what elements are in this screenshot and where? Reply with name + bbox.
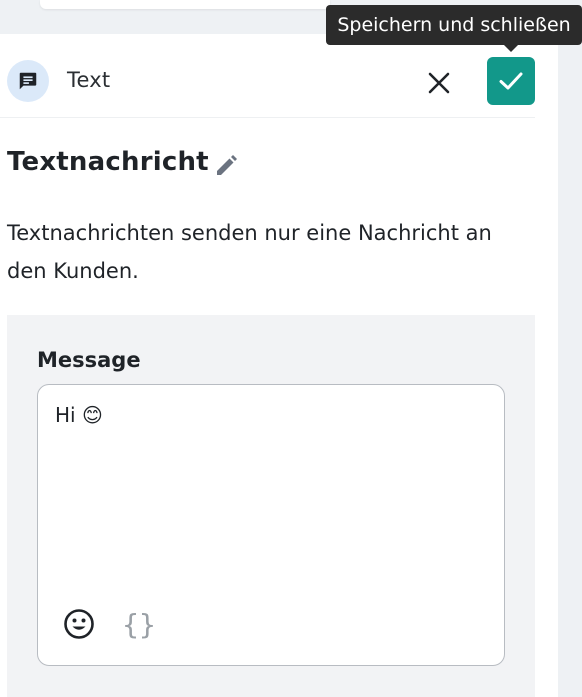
step-type-badge xyxy=(7,60,49,102)
message-section: Message Hi 😊 {} xyxy=(7,315,535,697)
description-text: Textnachrichten senden nur eine Nachrich… xyxy=(7,221,492,283)
message-value: Hi 😊 xyxy=(55,403,103,427)
close-button[interactable] xyxy=(421,65,457,101)
message-textarea[interactable]: Hi 😊 {} xyxy=(37,384,505,666)
panel-header: Text xyxy=(0,34,535,118)
pencil-icon xyxy=(217,155,237,175)
smiley-icon xyxy=(64,609,94,639)
page-title: Textnachricht xyxy=(7,147,209,177)
side-gutter xyxy=(558,34,582,697)
tooltip-arrow xyxy=(504,45,518,52)
edit-title-button[interactable] xyxy=(212,152,240,180)
message-label: Message xyxy=(37,348,141,372)
curly-braces-icon: {} xyxy=(122,607,156,641)
insert-variable-button[interactable]: {} xyxy=(122,607,156,641)
save-and-close-button[interactable] xyxy=(487,57,535,105)
emoji-picker-button[interactable] xyxy=(62,607,96,641)
message-icon xyxy=(19,72,37,90)
step-type-label: Text xyxy=(67,68,111,92)
background-card xyxy=(40,0,330,9)
close-icon xyxy=(428,72,450,94)
check-icon xyxy=(499,72,523,90)
save-tooltip: Speichern und schließen xyxy=(326,5,582,45)
step-editor-panel: Text Textnachricht Textnachrichten sende… xyxy=(0,34,558,697)
